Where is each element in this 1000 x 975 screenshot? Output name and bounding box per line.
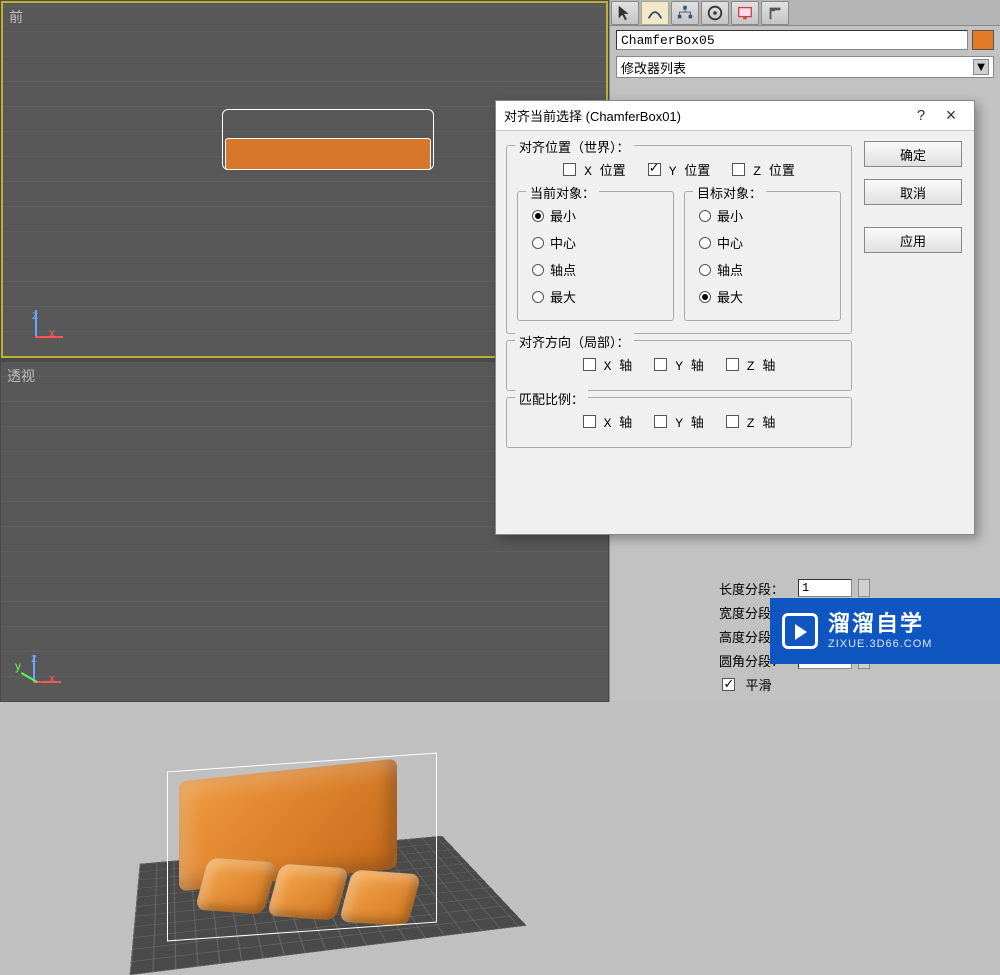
current-object-group: 当前对象： 最小 中心 轴点 最大 [517, 191, 674, 321]
align-position-group: 对齐位置（世界）： X 位置 Y 位置 Z 位置 当前对象： 最小 中心 轴点 … [506, 145, 852, 334]
target-min-radio[interactable] [699, 210, 711, 222]
scale-x-checkbox[interactable] [583, 415, 596, 428]
hierarchy-icon [676, 4, 694, 22]
tab-create[interactable] [611, 1, 639, 25]
current-pivot-radio[interactable] [532, 264, 544, 276]
watermark-text: 溜溜自学 [828, 611, 932, 637]
current-object-title: 当前对象： [526, 183, 599, 202]
height-seg-label: 高度分段： [624, 627, 792, 646]
target-center-radio[interactable] [699, 237, 711, 249]
dialog-close-button[interactable]: × [936, 105, 966, 126]
modifier-list-label: 修改器列表 [621, 58, 686, 77]
length-seg-label: 长度分段： [624, 579, 792, 598]
ok-button[interactable]: 确定 [864, 141, 962, 167]
target-object-group: 目标对象： 最小 中心 轴点 最大 [684, 191, 841, 321]
cursor-icon [616, 4, 634, 22]
monitor-icon [736, 4, 754, 22]
orient-y-checkbox[interactable] [654, 358, 667, 371]
object-name-field[interactable] [616, 30, 968, 50]
length-seg-spinner[interactable] [798, 579, 852, 597]
object-color-swatch[interactable] [972, 30, 994, 50]
target-object-title: 目标对象： [693, 183, 766, 202]
watermark-banner: 溜溜自学 ZIXUE.3D66.COM [770, 598, 1000, 664]
watermark-url: ZIXUE.3D66.COM [828, 638, 932, 651]
viewport-persp-label: 透视 [7, 366, 35, 386]
sofa-ortho-outline[interactable] [222, 109, 434, 170]
target-max-radio[interactable] [699, 291, 711, 303]
hammer-icon [766, 4, 784, 22]
fillet-seg-label: 圆角分段： [624, 651, 792, 670]
dropdown-arrow-icon: ▼ [973, 59, 989, 75]
align-position-title: 对齐位置（世界）： [515, 137, 634, 156]
match-scale-title: 匹配比例： [515, 389, 588, 408]
dialog-title: 对齐当前选择 (ChamferBox01) [504, 106, 906, 125]
cancel-button[interactable]: 取消 [864, 179, 962, 205]
viewport-front-label: 前 [9, 7, 23, 27]
scale-y-checkbox[interactable] [654, 415, 667, 428]
width-seg-label: 宽度分段： [624, 603, 792, 622]
arc-icon [646, 4, 664, 22]
tab-display[interactable] [731, 1, 759, 25]
current-min-radio[interactable] [532, 210, 544, 222]
z-position-checkbox[interactable] [732, 163, 745, 176]
align-orient-title: 对齐方向（局部）： [515, 332, 634, 351]
align-dialog: 对齐当前选择 (ChamferBox01) ? × 对齐位置（世界）： X 位置… [495, 100, 975, 535]
sofa-ortho-cushions [225, 138, 431, 170]
play-icon [782, 613, 818, 649]
align-orientation-group: 对齐方向（局部）： X 轴 Y 轴 Z 轴 [506, 340, 852, 391]
tab-utilities[interactable] [761, 1, 789, 25]
sofa-3d-model[interactable] [161, 762, 441, 942]
apply-button[interactable]: 应用 [864, 227, 962, 253]
dialog-help-button[interactable]: ? [906, 107, 936, 124]
tab-hierarchy[interactable] [671, 1, 699, 25]
y-position-checkbox[interactable] [648, 163, 661, 176]
target-pivot-radio[interactable] [699, 264, 711, 276]
dialog-titlebar[interactable]: 对齐当前选择 (ChamferBox01) ? × [496, 101, 974, 131]
current-center-radio[interactable] [532, 237, 544, 249]
tab-motion[interactable] [701, 1, 729, 25]
scale-z-checkbox[interactable] [726, 415, 739, 428]
match-scale-group: 匹配比例： X 轴 Y 轴 Z 轴 [506, 397, 852, 448]
current-max-radio[interactable] [532, 291, 544, 303]
x-position-checkbox[interactable] [563, 163, 576, 176]
smooth-label: 平滑 [745, 675, 771, 694]
smooth-checkbox[interactable] [722, 678, 735, 691]
orient-x-checkbox[interactable] [583, 358, 596, 371]
orient-z-checkbox[interactable] [726, 358, 739, 371]
modifier-list-dropdown[interactable]: 修改器列表 ▼ [616, 56, 994, 78]
spinner-buttons[interactable] [858, 579, 870, 597]
wheel-icon [706, 4, 724, 22]
tab-modify[interactable] [641, 1, 669, 25]
command-tabs [610, 0, 1000, 26]
